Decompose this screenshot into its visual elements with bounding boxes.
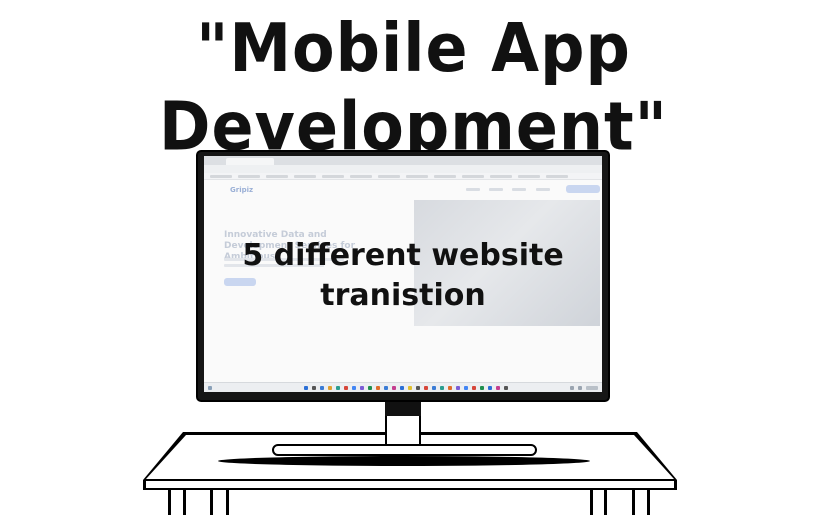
desk-leg	[632, 490, 635, 515]
desk-leg	[183, 490, 186, 515]
desk-edge	[146, 481, 674, 488]
site-nav-item[interactable]	[536, 188, 550, 191]
taskbar-app-icon[interactable]	[456, 386, 460, 390]
bookmark-item[interactable]	[294, 175, 316, 178]
weather-icon[interactable]	[208, 386, 212, 390]
bookmark-item[interactable]	[266, 175, 288, 178]
desk-leg	[226, 490, 229, 515]
desk-leg	[604, 490, 607, 515]
monitor-shadow	[218, 456, 590, 466]
folder-icon[interactable]	[328, 386, 332, 390]
bookmark-item[interactable]	[546, 175, 568, 178]
taskbar-app-icon[interactable]	[448, 386, 452, 390]
bookmark-item[interactable]	[518, 175, 540, 178]
taskbar-app-icon[interactable]	[400, 386, 404, 390]
monitor-neck-joint	[385, 402, 421, 416]
bookmark-item[interactable]	[378, 175, 400, 178]
browser-icon[interactable]	[352, 386, 356, 390]
taskbar-app-icon[interactable]	[440, 386, 444, 390]
desk-leg	[210, 490, 213, 515]
site-nav-item[interactable]	[466, 188, 480, 191]
taskbar-app-icon[interactable]	[344, 386, 348, 390]
browser-tab[interactable]	[226, 158, 274, 165]
site-nav-item[interactable]	[489, 188, 503, 191]
taskbar-app-icon[interactable]	[504, 386, 508, 390]
overlay-caption-line: 5 different website	[242, 238, 564, 273]
bookmark-item[interactable]	[462, 175, 484, 178]
taskbar-app-icon[interactable]	[496, 386, 500, 390]
system-tray-icon[interactable]	[570, 386, 574, 390]
site-nav-item[interactable]	[512, 188, 526, 191]
bookmark-item[interactable]	[490, 175, 512, 178]
taskbar-app-icon[interactable]	[408, 386, 412, 390]
desk-leg	[168, 490, 171, 515]
browser-tab-strip	[204, 156, 602, 165]
overlay-caption: 5 different website tranistion	[204, 236, 602, 316]
clock[interactable]	[586, 386, 598, 390]
taskbar-app-icon[interactable]	[320, 386, 324, 390]
taskbar-app-icon[interactable]	[432, 386, 436, 390]
bookmark-item[interactable]	[350, 175, 372, 178]
taskbar-app-icon[interactable]	[360, 386, 364, 390]
start-icon[interactable]	[304, 386, 308, 390]
page-title: "Mobile App Development"	[159, 8, 668, 166]
site-cta-button[interactable]	[566, 185, 600, 193]
monitor: Gripiz Innovative Data and Development S…	[196, 150, 610, 402]
taskbar-app-icon[interactable]	[488, 386, 492, 390]
search-icon[interactable]	[312, 386, 316, 390]
bookmark-item[interactable]	[322, 175, 344, 178]
site-logo[interactable]: Gripiz	[230, 186, 253, 194]
bookmark-item[interactable]	[210, 175, 232, 178]
desk-leg	[590, 490, 593, 515]
monitor-screen: Gripiz Innovative Data and Development S…	[204, 156, 602, 392]
taskbar-app-icon[interactable]	[376, 386, 380, 390]
bookmark-item[interactable]	[434, 175, 456, 178]
taskbar-app-icon[interactable]	[464, 386, 468, 390]
taskbar-app-icon[interactable]	[336, 386, 340, 390]
taskbar-app-icon[interactable]	[472, 386, 476, 390]
taskbar-app-icon[interactable]	[416, 386, 420, 390]
bookmark-item[interactable]	[238, 175, 260, 178]
taskbar	[204, 382, 602, 392]
taskbar-app-icon[interactable]	[368, 386, 372, 390]
browser-bookmarks-bar	[204, 173, 602, 180]
overlay-caption-line: tranistion	[320, 278, 486, 313]
bookmark-item[interactable]	[406, 175, 428, 178]
taskbar-app-icon[interactable]	[392, 386, 396, 390]
taskbar-app-icon[interactable]	[480, 386, 484, 390]
taskbar-app-icon[interactable]	[424, 386, 428, 390]
browser-address-bar[interactable]	[204, 165, 602, 173]
desk-leg	[647, 490, 650, 515]
system-tray-icon[interactable]	[578, 386, 582, 390]
taskbar-app-icon[interactable]	[384, 386, 388, 390]
